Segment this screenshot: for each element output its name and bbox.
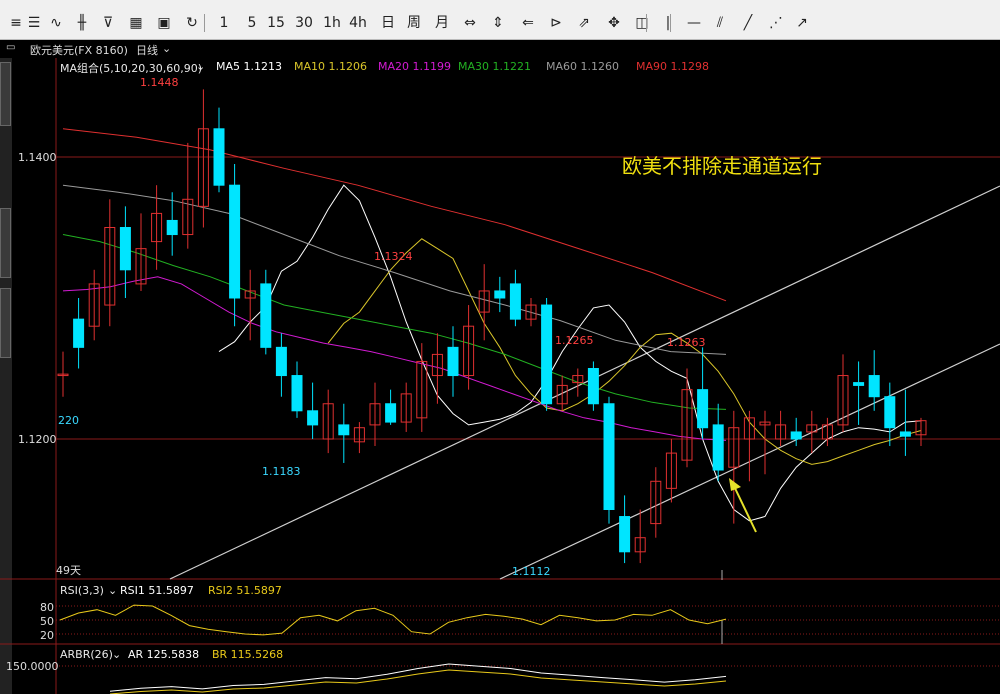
price-tick-label: 1.1400 — [18, 151, 57, 164]
low-price-label: 1.1112 — [512, 565, 551, 578]
chevron-down-icon[interactable]: ⌄ — [196, 60, 205, 73]
peak-price-label: 1.1324 — [374, 250, 413, 263]
candle-body — [166, 219, 178, 236]
days-label: 49天 — [56, 564, 81, 577]
ma-legend-ma10: MA10 1.1206 — [294, 60, 367, 73]
candle-body — [494, 290, 506, 299]
ar-value: AR 125.5838 — [128, 648, 200, 661]
price-tick-label: 1.1200 — [18, 433, 57, 446]
annotation-arrow-head — [729, 478, 741, 491]
candle-body — [73, 318, 85, 348]
candle-body — [307, 410, 319, 426]
rsi-tick-label: 80 — [40, 601, 54, 614]
chevron-down-icon[interactable]: ⌄ — [108, 584, 117, 597]
annotation-arrow — [732, 483, 757, 533]
candle-body — [697, 389, 709, 429]
ma-line-ma60 — [62, 184, 727, 355]
candle-body — [275, 346, 287, 377]
candle-body — [119, 227, 131, 271]
peak-price-label: 1.1265 — [555, 334, 594, 347]
ma-legend-ma30: MA30 1.1221 — [458, 60, 531, 73]
peak-price-label: 1.1263 — [667, 336, 706, 349]
ma-legend-ma90: MA90 1.1298 — [636, 60, 709, 73]
candle-body — [291, 375, 303, 412]
ma-legend-label[interactable]: MA组合(5,10,20,30,60,90) — [60, 60, 202, 76]
candle-body — [213, 128, 225, 186]
channel-lower-line — [499, 343, 1000, 580]
candle-body — [712, 424, 724, 471]
candle-body — [853, 382, 865, 386]
arbr-tick-label: 150.0000 — [6, 660, 59, 673]
analysis-comment: 欧美不排除走通道运行 — [622, 154, 822, 178]
br-line — [109, 669, 727, 694]
rsi-legend-label[interactable]: RSI(3,3) — [60, 584, 104, 597]
ma-legend-ma60: MA60 1.1260 — [546, 60, 619, 73]
candle-body — [790, 431, 802, 440]
rsi-tick-label: 20 — [40, 629, 54, 642]
candle-body — [884, 396, 896, 429]
ma-line-ma5 — [218, 184, 922, 522]
rsi-tick-label: 50 — [40, 615, 54, 628]
candle-body — [899, 431, 911, 437]
arbr-legend-label[interactable]: ARBR(26) — [60, 648, 113, 661]
candle-body — [603, 403, 615, 510]
candle-body — [385, 403, 397, 423]
candle-body — [338, 424, 350, 436]
rsi2-value: RSI2 51.5897 — [208, 584, 282, 597]
rsi1-value: RSI1 51.5897 — [120, 584, 194, 597]
candle-body — [447, 346, 459, 377]
candle-body — [587, 368, 599, 405]
chevron-down-icon[interactable]: ⌄ — [112, 648, 121, 661]
indicator-value-label: 220 — [58, 414, 79, 427]
candle-body — [509, 283, 521, 320]
low-price-label: 1.1183 — [262, 465, 301, 478]
ma-legend-ma5: MA5 1.1213 — [216, 60, 282, 73]
candle-body — [229, 184, 241, 299]
br-value: BR 115.5268 — [212, 648, 284, 661]
candle-body — [541, 304, 553, 405]
ma-legend-ma20: MA20 1.1199 — [378, 60, 451, 73]
candle-body — [619, 516, 631, 553]
candle-body — [260, 283, 272, 348]
ar-line — [109, 663, 727, 692]
high-price-label: 1.1448 — [140, 76, 179, 89]
candle-body — [868, 375, 880, 398]
